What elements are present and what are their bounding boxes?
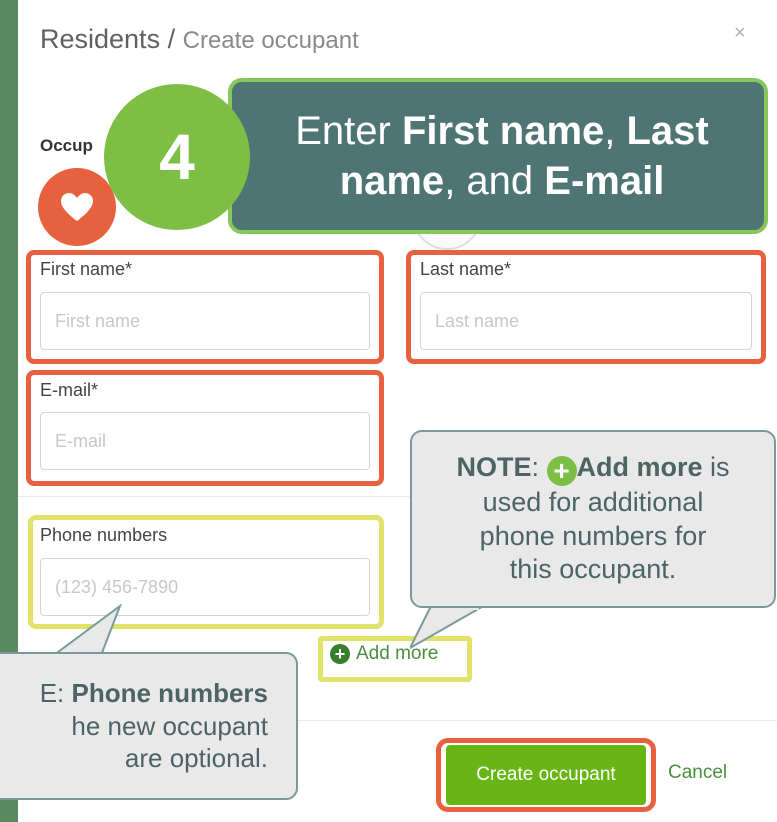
- cancel-link[interactable]: Cancel: [668, 762, 727, 784]
- email-highlight: [26, 370, 384, 486]
- step-number-badge: 4: [104, 84, 250, 230]
- note-line-3: phone numbers for: [479, 520, 707, 551]
- breadcrumb-parent[interactable]: Residents: [40, 24, 160, 54]
- step-line-1: Enter First name, Last: [295, 109, 709, 153]
- note-line-2: used for additional: [482, 486, 704, 517]
- note2-line-1: E: Phone numbers: [39, 678, 268, 709]
- step-instruction-callout: Enter First name, Last name, and E-mail: [228, 78, 768, 234]
- note2-line-3: are optional.: [124, 743, 268, 774]
- breadcrumb-current: Create occupant: [182, 27, 359, 54]
- note-phone-callout: E: Phone numbers he new occupant are opt…: [0, 652, 298, 800]
- breadcrumb: Residents / Create occupant: [40, 24, 359, 55]
- note-line-1: NOTE: + Add more is: [456, 451, 730, 486]
- note-add-more-callout: NOTE: + Add more is used for additional p…: [410, 430, 776, 608]
- plus-circle-icon: +: [546, 455, 577, 486]
- breadcrumb-separator: /: [167, 24, 176, 54]
- note-line-4: this occupant.: [509, 554, 677, 585]
- note2-line-2: he new occupant: [71, 710, 268, 741]
- step-line-2: name, and E-mail: [339, 159, 665, 203]
- heart-icon[interactable]: [38, 168, 116, 246]
- close-icon[interactable]: ×: [734, 22, 746, 45]
- last-name-highlight: [406, 250, 766, 364]
- section-label: Occup: [40, 136, 93, 155]
- first-name-highlight: [26, 250, 384, 364]
- create-button-highlight: [436, 738, 656, 812]
